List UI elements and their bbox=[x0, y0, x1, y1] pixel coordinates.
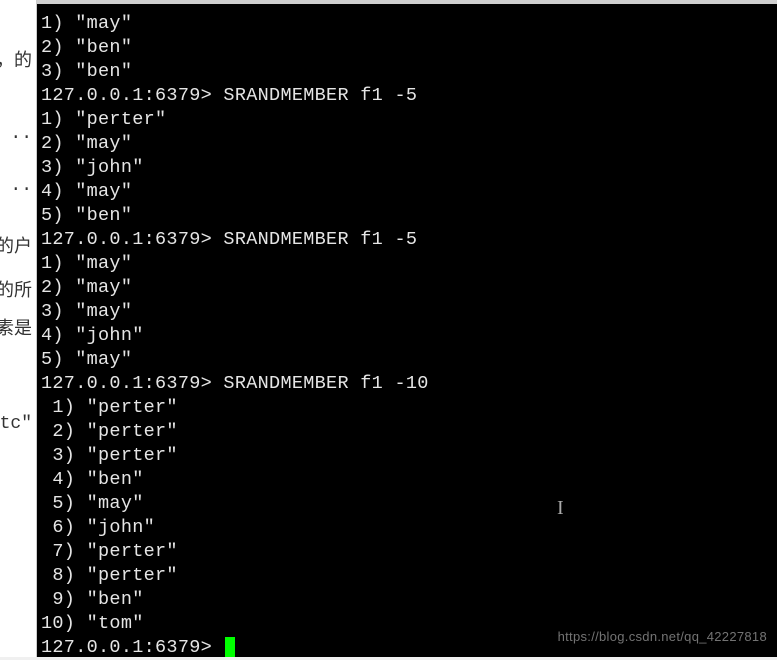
terminal-cursor bbox=[225, 637, 235, 657]
terminal-output-line: 1) "may" bbox=[41, 12, 773, 36]
terminal-output-line: 6) "john" bbox=[41, 516, 773, 540]
terminal-output-line: 4) "ben" bbox=[41, 468, 773, 492]
terminal-output-line: 1) "perter" bbox=[41, 108, 773, 132]
terminal-output-line: 5) "may" bbox=[41, 492, 773, 516]
terminal-window[interactable]: 1) "may" 2) "ben" 3) "ben" 127.0.0.1:637… bbox=[37, 0, 777, 657]
terminal-output-line: 5) "may" bbox=[41, 348, 773, 372]
terminal-output-line: 1) "perter" bbox=[41, 396, 773, 420]
terminal-output-line: 8) "perter" bbox=[41, 564, 773, 588]
terminal-output-line: 7) "perter" bbox=[41, 540, 773, 564]
terminal-output-line: 4) "may" bbox=[41, 180, 773, 204]
left-sidebar: 的， .. .. 的户 的所 素是 "tc bbox=[0, 0, 37, 657]
terminal-output-line: 4) "john" bbox=[41, 324, 773, 348]
terminal-output-line: 3) "john" bbox=[41, 156, 773, 180]
terminal-command-line: 127.0.0.1:6379> SRANDMEMBER f1 -5 bbox=[41, 228, 773, 252]
sidebar-text: 素是 bbox=[0, 312, 36, 342]
text-cursor-icon: I bbox=[557, 496, 564, 520]
terminal-prompt: 127.0.0.1:6379> bbox=[41, 637, 223, 658]
watermark-text: https://blog.csdn.net/qq_42227818 bbox=[558, 625, 767, 649]
terminal-output-line: 2) "may" bbox=[41, 276, 773, 300]
sidebar-text: "tc bbox=[0, 412, 36, 436]
terminal-output-line: 3) "perter" bbox=[41, 444, 773, 468]
sidebar-text: .. bbox=[0, 122, 36, 146]
terminal-command-line: 127.0.0.1:6379> SRANDMEMBER f1 -10 bbox=[41, 372, 773, 396]
sidebar-text: .. bbox=[0, 174, 36, 198]
terminal-output-line: 3) "ben" bbox=[41, 60, 773, 84]
terminal-command-line: 127.0.0.1:6379> SRANDMEMBER f1 -5 bbox=[41, 84, 773, 108]
terminal-output-line: 2) "ben" bbox=[41, 36, 773, 60]
terminal-output-line: 9) "ben" bbox=[41, 588, 773, 612]
terminal-output-line: 1) "may" bbox=[41, 252, 773, 276]
sidebar-text: 的所 bbox=[0, 274, 36, 304]
terminal-output-line: 5) "ben" bbox=[41, 204, 773, 228]
terminal-output-line: 2) "perter" bbox=[41, 420, 773, 444]
sidebar-text: 的户 bbox=[0, 230, 36, 260]
terminal-output-line: 3) "may" bbox=[41, 300, 773, 324]
sidebar-text: 的， bbox=[0, 44, 36, 74]
terminal-output-line: 2) "may" bbox=[41, 132, 773, 156]
